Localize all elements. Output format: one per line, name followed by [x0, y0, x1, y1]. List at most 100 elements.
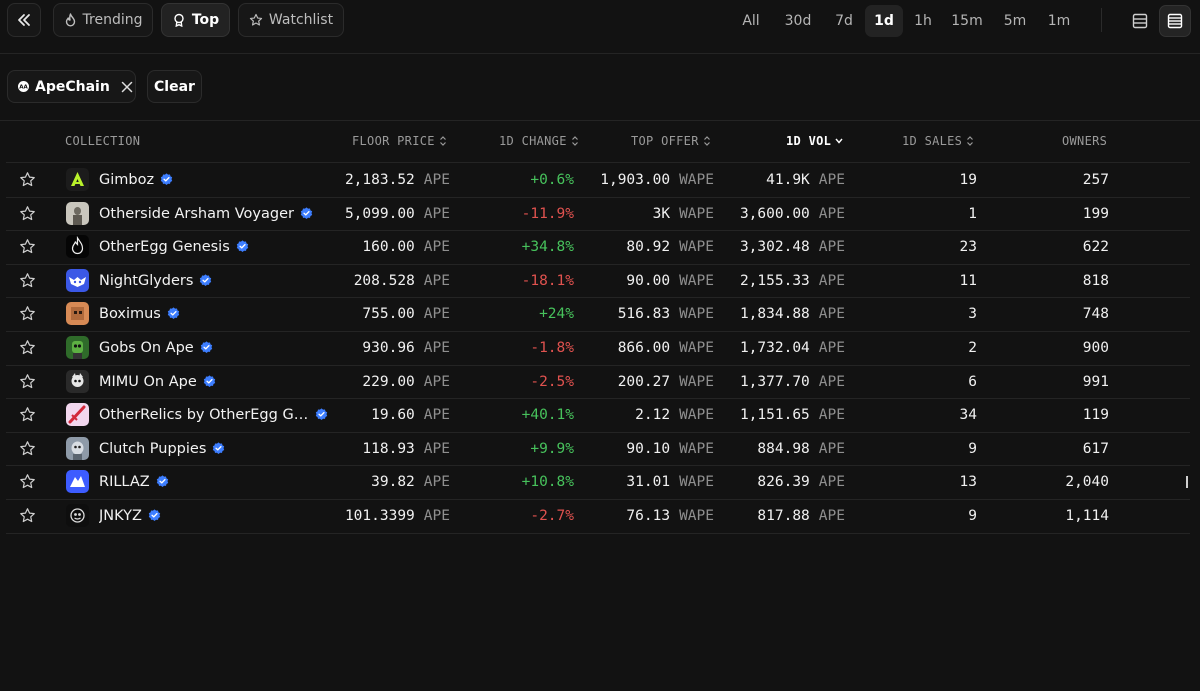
time-filter-all[interactable]: All	[735, 5, 767, 37]
table-row[interactable]: OtherEgg Genesis 160.00 APE +34.8% 80.92 W…	[0, 230, 1200, 263]
header-floor-price[interactable]: FLOOR PRICE	[352, 134, 447, 148]
table-row[interactable]: Boximus 755.00 APE +24% 516.83 WAPE 1,834.…	[0, 297, 1200, 330]
close-icon[interactable]	[121, 81, 133, 93]
toolbar-divider	[1101, 8, 1102, 32]
star-outline-icon[interactable]	[19, 440, 36, 457]
volume-unit: APE	[818, 473, 845, 490]
volume-unit: APE	[818, 339, 845, 356]
table-row[interactable]: RILLAZ 39.82 APE +10.8% 31.01 WAPE 826.39 A…	[0, 465, 1200, 498]
verified-badge-icon	[167, 307, 180, 319]
tab-top[interactable]: Top	[161, 3, 230, 37]
collection-name-cell[interactable]: Gimboz	[99, 163, 173, 196]
owners-cell: 622	[1083, 230, 1109, 263]
collection-name-cell[interactable]: OtherEgg Genesis	[99, 230, 249, 263]
top-offer-cell: 90.00 WAPE	[626, 264, 714, 297]
owners-value: 622	[1082, 238, 1109, 255]
flame-icon	[65, 13, 75, 27]
top-navigation-bar: Trending Top Watchlist All 30d 7d 1d 1h …	[0, 0, 1200, 54]
table-row[interactable]: NightGlyders 208.528 APE -18.1% 90.00 WAPE…	[0, 264, 1200, 297]
top-offer-unit: WAPE	[679, 373, 714, 390]
time-filter-1h[interactable]: 1h	[907, 5, 939, 37]
sales-value: 9	[968, 507, 977, 524]
collection-name-cell[interactable]: Gobs On Ape	[99, 331, 213, 364]
volume-cell: 2,155.33 APE	[740, 264, 845, 297]
floor-price-unit: APE	[423, 440, 450, 457]
star-outline-icon[interactable]	[19, 305, 36, 322]
table-row[interactable]: JNKYZ 101.3399 APE -2.7% 76.13 WAPE 817.88…	[0, 499, 1200, 532]
table-row[interactable]: Gimboz 2,183.52 APE +0.6% 1,903.00 WAPE 41…	[0, 163, 1200, 196]
star-outline-icon[interactable]	[19, 373, 36, 390]
time-filter-15m[interactable]: 15m	[947, 5, 987, 37]
horizontal-scroll-indicator[interactable]	[1186, 476, 1188, 488]
table-row[interactable]: Clutch Puppies 118.93 APE +9.9% 90.10 WAPE…	[0, 432, 1200, 465]
header-owners[interactable]: OWNERS	[1062, 134, 1107, 148]
verified-badge-icon	[300, 207, 313, 219]
top-offer-value: 76.13	[626, 507, 671, 524]
volume-unit: APE	[818, 440, 845, 457]
collection-name-cell[interactable]: JNKYZ	[99, 499, 161, 532]
volume-cell: 1,732.04 APE	[740, 331, 845, 364]
header-top-offer-label: TOP OFFER	[631, 134, 699, 148]
sales-value: 19	[959, 171, 977, 188]
header-collection[interactable]: COLLECTION	[65, 134, 140, 148]
collection-name-cell[interactable]: Otherside Arsham Voyager	[99, 197, 313, 230]
sales-value: 23	[959, 238, 977, 255]
star-outline-icon[interactable]	[19, 473, 36, 490]
collection-name-cell[interactable]: Boximus	[99, 297, 180, 330]
tab-watchlist[interactable]: Watchlist	[238, 3, 344, 37]
table-row[interactable]: OtherRelics by OtherEgg Ge... 19.60 APE +…	[0, 398, 1200, 431]
top-offer-cell: 31.01 WAPE	[626, 465, 714, 498]
volume-cell: 41.9K APE	[766, 163, 845, 196]
time-filter-1d[interactable]: 1d	[865, 5, 903, 37]
star-outline-icon[interactable]	[19, 507, 36, 524]
star-outline-icon[interactable]	[19, 238, 36, 255]
collapse-sidebar-button[interactable]	[7, 3, 41, 37]
trophy-medal-icon	[174, 13, 184, 27]
floor-price-cell: 39.82 APE	[371, 465, 450, 498]
star-outline-icon[interactable]	[19, 171, 36, 188]
collection-thumbnail	[66, 235, 89, 258]
sales-value: 11	[959, 272, 977, 289]
star-outline-icon[interactable]	[19, 406, 36, 423]
star-outline-icon[interactable]	[19, 205, 36, 222]
top-offer-value: 31.01	[626, 473, 671, 490]
collection-name-cell[interactable]: OtherRelics by OtherEgg Ge...	[99, 398, 328, 431]
verified-badge-icon	[160, 173, 173, 185]
owners-cell: 748	[1083, 297, 1109, 330]
tab-trending[interactable]: Trending	[53, 3, 153, 37]
time-filter-1m[interactable]: 1m	[1042, 5, 1076, 37]
header-1d-sales[interactable]: 1D SALES	[902, 134, 974, 148]
owners-cell: 2,040	[1065, 465, 1109, 498]
change-cell: +0.6%	[530, 163, 574, 196]
floor-price-cell: 160.00 APE	[362, 230, 450, 263]
header-top-offer[interactable]: TOP OFFER	[631, 134, 711, 148]
collection-thumbnail	[66, 437, 89, 460]
time-filter-7d[interactable]: 7d	[828, 5, 860, 37]
sales-value: 9	[968, 440, 977, 457]
apechain-filter-chip[interactable]: AA ApeChain	[7, 70, 136, 103]
clear-filters-button[interactable]: Clear	[147, 70, 202, 103]
star-outline-icon[interactable]	[19, 339, 36, 356]
volume-value: 817.88	[757, 507, 810, 524]
list-view-button[interactable]	[1159, 5, 1191, 37]
change-cell: -2.7%	[530, 499, 574, 532]
collection-thumbnail	[66, 168, 89, 191]
table-row[interactable]: MIMU On Ape 229.00 APE -2.5% 200.27 WAPE 1…	[0, 365, 1200, 398]
table-row[interactable]: Gobs On Ape 930.96 APE -1.8% 866.00 WAPE 1…	[0, 331, 1200, 364]
time-filter-5m[interactable]: 5m	[998, 5, 1032, 37]
change-cell: -1.8%	[530, 331, 574, 364]
time-filter-30d[interactable]: 30d	[778, 5, 818, 37]
collection-name-cell[interactable]: MIMU On Ape	[99, 365, 216, 398]
top-offer-cell: 80.92 WAPE	[626, 230, 714, 263]
grid-view-button[interactable]	[1124, 5, 1156, 37]
collection-name-cell[interactable]: RILLAZ	[99, 465, 169, 498]
table-row[interactable]: Otherside Arsham Voyager 5,099.00 APE -11…	[0, 197, 1200, 230]
star-outline-icon[interactable]	[19, 272, 36, 289]
header-1d-vol[interactable]: 1D VOL	[786, 134, 843, 148]
collection-name-cell[interactable]: NightGlyders	[99, 264, 212, 297]
header-1d-change[interactable]: 1D CHANGE	[499, 134, 579, 148]
star-outline-icon	[249, 13, 263, 26]
collection-name-cell[interactable]: Clutch Puppies	[99, 432, 225, 465]
collection-name: Boximus	[99, 305, 161, 322]
collection-name: Gimboz	[99, 171, 155, 188]
